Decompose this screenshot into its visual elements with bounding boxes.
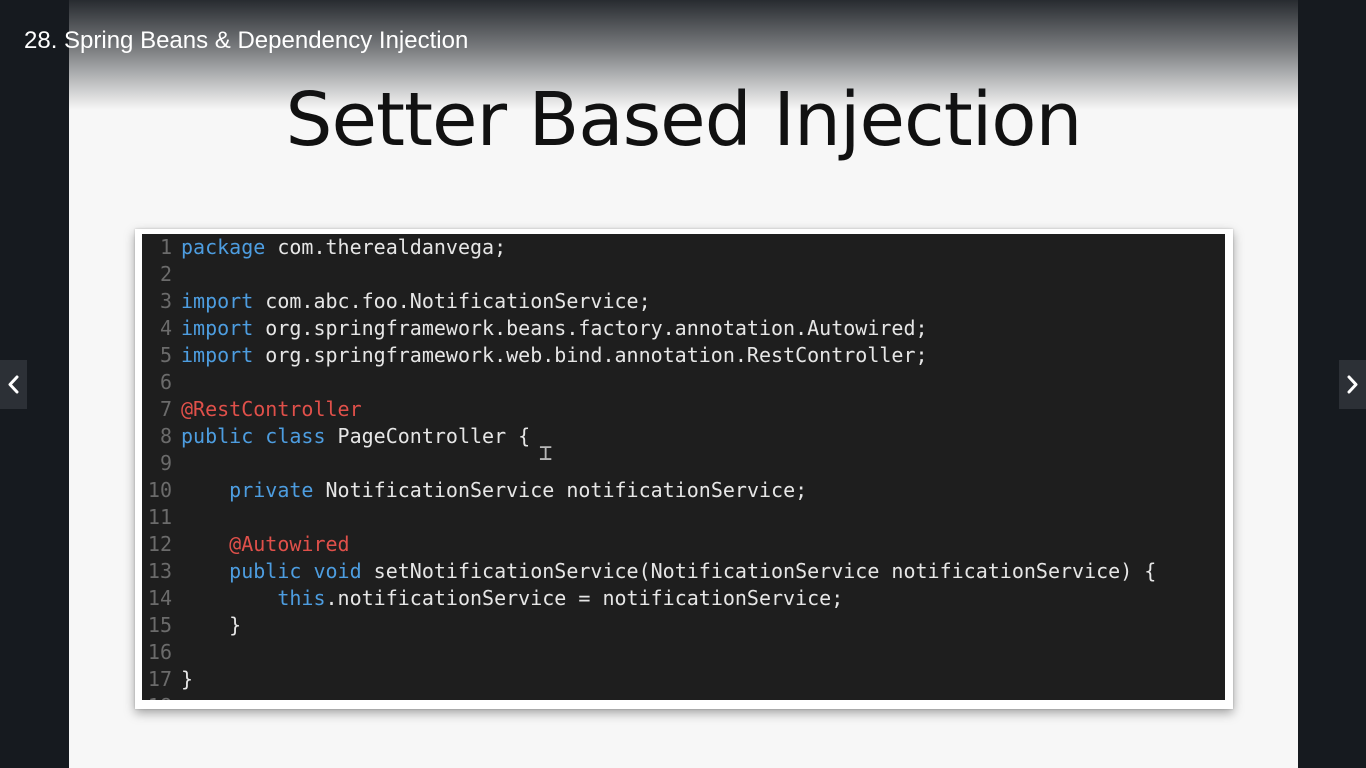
line-number: 10 bbox=[147, 478, 172, 502]
code-text: setNotificationService(NotificationServi… bbox=[361, 559, 1157, 583]
code-line: 18 bbox=[142, 693, 181, 700]
previous-lecture-button[interactable] bbox=[0, 360, 27, 409]
code-line: 13 public void setNotificationService(No… bbox=[142, 558, 1156, 585]
code-line: 9 bbox=[142, 450, 181, 477]
line-number: 12 bbox=[147, 532, 172, 556]
code-line: 2 bbox=[142, 261, 181, 288]
code-line: 4 import org.springframework.beans.factor… bbox=[142, 315, 928, 342]
code-line: 1 package com.therealdanvega; bbox=[142, 234, 506, 261]
code-text: } bbox=[181, 613, 242, 637]
code-text: NotificationService notificationService; bbox=[313, 478, 808, 502]
line-number: 18 bbox=[142, 693, 172, 700]
code-line: 3 import com.abc.foo.NotificationService; bbox=[142, 288, 651, 315]
line-number: 11 bbox=[147, 505, 172, 529]
code-keyword: public void bbox=[229, 559, 362, 583]
line-number: 15 bbox=[147, 613, 172, 637]
slide-frame[interactable]: Setter Based Injection 1 package com.ther… bbox=[69, 0, 1298, 768]
code-text: com.therealdanvega; bbox=[265, 235, 507, 259]
line-number: 4 bbox=[159, 316, 172, 340]
code-text: } bbox=[181, 667, 194, 691]
code-annotation: @Autowired bbox=[229, 532, 350, 556]
code-text: PageController { bbox=[325, 424, 531, 448]
code-editor: 1 package com.therealdanvega; 2 3 import com… bbox=[142, 234, 1225, 700]
lecture-title: 28. Spring Beans & Dependency Injection bbox=[24, 27, 469, 54]
code-keyword: import bbox=[181, 316, 254, 340]
code-line: 15 } bbox=[142, 612, 241, 639]
code-keyword: import bbox=[181, 343, 254, 367]
line-number: 3 bbox=[159, 289, 172, 313]
line-number: 16 bbox=[147, 640, 172, 664]
line-number: 8 bbox=[159, 424, 172, 448]
code-line: 7 @RestController bbox=[142, 396, 362, 423]
code-line: 5 import org.springframework.web.bind.ann… bbox=[142, 342, 928, 369]
line-number: 1 bbox=[159, 235, 172, 259]
line-number: 17 bbox=[147, 667, 172, 691]
code-line: 11 bbox=[142, 504, 181, 531]
code-line: 16 bbox=[142, 639, 181, 666]
code-keyword: private bbox=[229, 478, 314, 502]
code-text: .notificationService = notificationServi… bbox=[325, 586, 844, 610]
line-number: 14 bbox=[147, 586, 172, 610]
slide-heading: Setter Based Injection bbox=[285, 77, 1083, 163]
line-number: 5 bbox=[159, 343, 172, 367]
chevron-left-icon bbox=[8, 375, 19, 394]
code-line: 8 public class PageController { bbox=[142, 423, 530, 450]
text-cursor-icon: ⌶ bbox=[539, 441, 553, 466]
code-text: com.abc.foo.NotificationService; bbox=[253, 289, 651, 313]
line-number: 2 bbox=[159, 262, 172, 286]
line-number: 13 bbox=[147, 559, 172, 583]
line-number: 7 bbox=[159, 397, 172, 421]
code-annotation: @RestController bbox=[181, 397, 362, 421]
code-keyword: this bbox=[277, 586, 326, 610]
code-line: 6 bbox=[142, 369, 181, 396]
code-keyword: public class bbox=[181, 424, 326, 448]
code-screenshot: 1 package com.therealdanvega; 2 3 import com… bbox=[135, 229, 1233, 709]
code-keyword: package bbox=[181, 235, 266, 259]
code-line: 10 private NotificationService notificat… bbox=[142, 477, 807, 504]
line-number: 6 bbox=[159, 370, 172, 394]
chevron-right-icon bbox=[1347, 375, 1358, 394]
video-player: Setter Based Injection 1 package com.ther… bbox=[0, 0, 1366, 768]
code-text: org.springframework.web.bind.annotation.… bbox=[253, 343, 928, 367]
code-line: 12 @Autowired bbox=[142, 531, 350, 558]
next-lecture-button[interactable] bbox=[1339, 360, 1366, 409]
code-keyword: import bbox=[181, 289, 254, 313]
line-number: 9 bbox=[159, 451, 172, 475]
code-line: 17} bbox=[142, 666, 193, 693]
code-line: 14 this.notificationService = notificati… bbox=[142, 585, 843, 612]
code-text: org.springframework.beans.factory.annota… bbox=[253, 316, 928, 340]
